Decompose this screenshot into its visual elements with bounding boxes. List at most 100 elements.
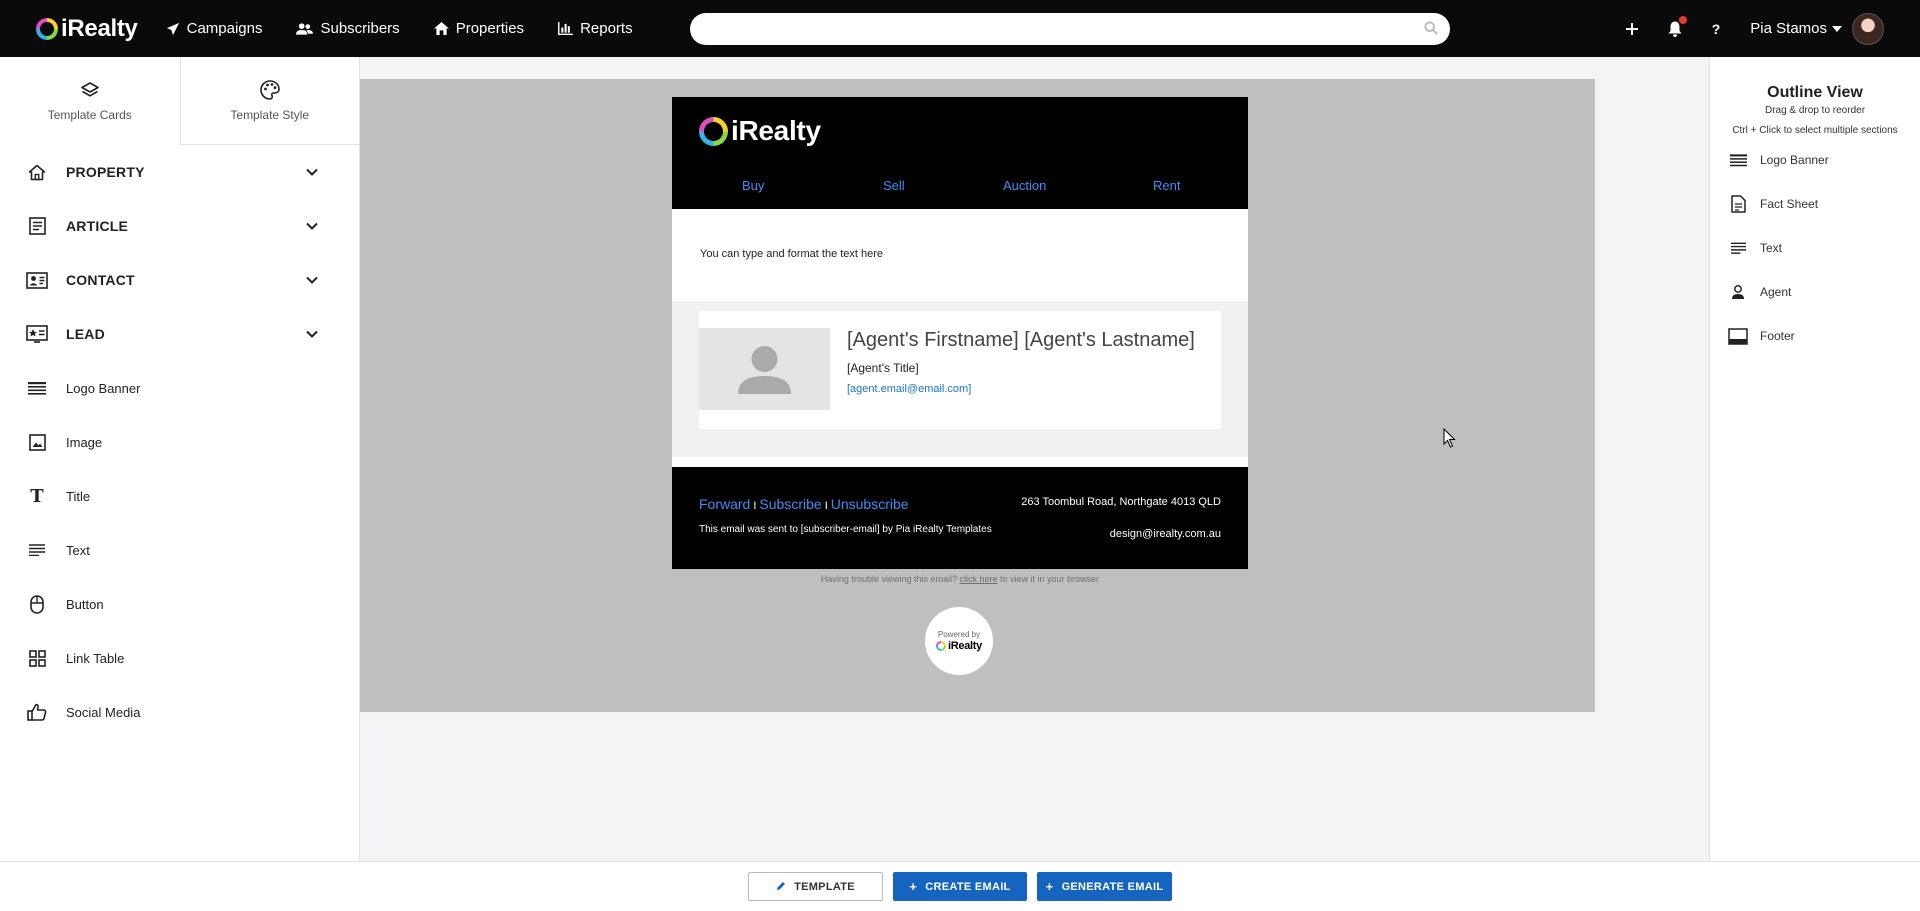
nav-subscribers[interactable]: Subscribers — [296, 20, 400, 37]
sidebar-item-contact[interactable]: CONTACT — [0, 253, 359, 307]
plus-icon: + — [1045, 879, 1054, 894]
template-button[interactable]: TEMPLATE — [748, 872, 883, 901]
email-agent-section[interactable]: [Agent's Firstname] [Agent's Lastname] [… — [672, 301, 1248, 457]
home-outline-icon — [26, 164, 48, 181]
powered-by-logo: iRealty — [936, 640, 982, 652]
outline-title: Outline View — [1767, 84, 1863, 101]
sidebar-item-article[interactable]: ARTICLE — [0, 199, 359, 253]
logo-ring-icon — [36, 17, 58, 40]
footer-email: design@irealty.com.au — [1109, 528, 1221, 540]
outline-item-agent[interactable]: Agent — [1710, 270, 1920, 314]
nav-reports-label: Reports — [580, 20, 633, 37]
outline-view-panel: Outline View Drag & drop to reorder Ctrl… — [1709, 57, 1920, 861]
thumbs-up-icon — [26, 703, 48, 721]
click-here-link[interactable]: click here — [960, 574, 998, 584]
outline-item-label: Text — [1760, 241, 1783, 255]
nav-subscribers-label: Subscribers — [320, 20, 400, 37]
text-lines-icon — [1728, 242, 1748, 254]
sidebar-item-social-media[interactable]: Social Media — [0, 685, 359, 739]
palette-icon — [259, 80, 280, 100]
outline-item-logo-banner[interactable]: Logo Banner — [1710, 138, 1920, 182]
create-email-label: CREATE EMAIL — [925, 880, 1011, 893]
sidebar-item-button[interactable]: Button — [0, 577, 359, 631]
app-logo[interactable]: iRealty — [36, 15, 138, 43]
nav-properties[interactable]: Properties — [433, 20, 524, 37]
user-menu[interactable]: Pia Stamos — [1750, 20, 1842, 37]
agent-email-link[interactable]: [agent.email@email.com] — [847, 383, 971, 395]
sidebar-item-label: PROPERTY — [66, 164, 145, 180]
email-spacer — [672, 457, 1248, 467]
footer-link-subscribe[interactable]: Subscribe — [759, 496, 821, 512]
chevron-down-icon[interactable] — [306, 222, 318, 230]
powered-brand-text: iRealty — [948, 640, 982, 652]
email-nav-sell[interactable]: Sell — [883, 178, 905, 193]
trouble-viewing-text: Having trouble viewing this email? click… — [672, 574, 1248, 584]
footer-separator: I — [753, 500, 757, 512]
search-input[interactable] — [690, 13, 1450, 45]
help-icon[interactable]: ? — [1712, 21, 1721, 37]
agent-photo-placeholder — [699, 328, 830, 410]
chevron-down-icon[interactable] — [306, 276, 318, 284]
agent-name: [Agent's Firstname] [Agent's Lastname] — [847, 329, 1195, 351]
caret-down-icon — [1832, 25, 1842, 32]
email-nav-auction[interactable]: Auction — [1003, 178, 1046, 193]
sidebar-item-label: Logo Banner — [66, 380, 141, 396]
brand-name: iRealty — [61, 14, 138, 42]
sidebar-item-property[interactable]: PROPERTY — [0, 145, 359, 199]
contact-card-icon — [26, 271, 48, 289]
notification-dot — [1678, 15, 1687, 24]
outline-item-label: Footer — [1760, 329, 1795, 343]
top-navbar: iRealty Campaigns Subscribers Properties… — [0, 0, 1920, 57]
nav-campaigns[interactable]: Campaigns — [166, 20, 263, 37]
chevron-down-icon[interactable] — [306, 168, 318, 176]
bottom-action-bar: TEMPLATE + CREATE EMAIL + GENERATE EMAIL — [0, 861, 1920, 911]
outline-item-text[interactable]: Text — [1710, 226, 1920, 270]
layers-icon — [80, 81, 99, 97]
email-logo-banner[interactable]: iRealty Buy Sell Auction Rent — [672, 97, 1248, 209]
outline-item-label: Agent — [1760, 285, 1792, 299]
tab-template-style[interactable]: Template Style — [179, 57, 359, 145]
email-footer[interactable]: Forward I Subscribe I Unsubscribe This email… — [672, 467, 1248, 569]
logo-ring-icon — [936, 641, 946, 651]
nav-reports[interactable]: Reports — [558, 20, 633, 37]
outline-list: Logo Banner Fact Sheet Text Agent Footer — [1710, 138, 1920, 358]
sidebar-item-label: Button — [66, 596, 104, 612]
sidebar-item-image[interactable]: Image — [0, 415, 359, 469]
email-logo: iRealty — [699, 115, 821, 147]
banner-icon — [26, 381, 48, 395]
nav-campaigns-label: Campaigns — [186, 20, 263, 37]
user-avatar[interactable] — [1852, 12, 1884, 45]
email-nav-rent[interactable]: Rent — [1153, 178, 1180, 193]
sidebar-item-label: ARTICLE — [66, 218, 129, 234]
footer-link-unsubscribe[interactable]: Unsubscribe — [831, 496, 909, 512]
sidebar-item-link-table[interactable]: Link Table — [0, 631, 359, 685]
plus-icon: + — [909, 879, 918, 894]
outline-item-fact-sheet[interactable]: Fact Sheet — [1710, 182, 1920, 226]
sidebar-item-logo-banner[interactable]: Logo Banner — [0, 361, 359, 415]
sidebar-item-label: LEAD — [66, 326, 105, 342]
tab-template-cards[interactable]: Template Cards — [0, 57, 180, 145]
email-text-block[interactable]: You can type and format the text here — [672, 209, 1248, 301]
search-icon[interactable] — [1424, 21, 1438, 35]
sidebar-item-text[interactable]: Text — [0, 523, 359, 577]
email-nav-buy[interactable]: Buy — [742, 178, 764, 193]
lead-icon — [26, 325, 48, 343]
sidebar-item-title[interactable]: T Title — [0, 469, 359, 523]
email-nav: Buy Sell Auction Rent — [672, 178, 1248, 194]
email-logo-text: iRealty — [731, 115, 821, 146]
generate-email-button[interactable]: + GENERATE EMAIL — [1037, 872, 1172, 901]
bell-icon[interactable] — [1668, 15, 1687, 37]
tab-template-style-label: Template Style — [230, 108, 310, 122]
add-icon[interactable] — [1625, 22, 1638, 35]
sidebar-item-label: Image — [66, 434, 103, 450]
chevron-down-icon[interactable] — [306, 330, 318, 338]
person-placeholder-icon — [738, 346, 791, 394]
create-email-button[interactable]: + CREATE EMAIL — [893, 872, 1027, 901]
sidebar-item-lead[interactable]: LEAD — [0, 307, 359, 361]
footer-address: 263 Toombul Road, Northgate 4013 QLD — [1021, 496, 1221, 508]
footer-link-forward[interactable]: Forward — [699, 496, 750, 512]
agent-card: [Agent's Firstname] [Agent's Lastname] [… — [699, 311, 1221, 429]
banner-icon — [1728, 153, 1748, 167]
footer-sent-text: This email was sent to [subscriber-email… — [699, 524, 992, 535]
outline-item-footer[interactable]: Footer — [1710, 314, 1920, 358]
